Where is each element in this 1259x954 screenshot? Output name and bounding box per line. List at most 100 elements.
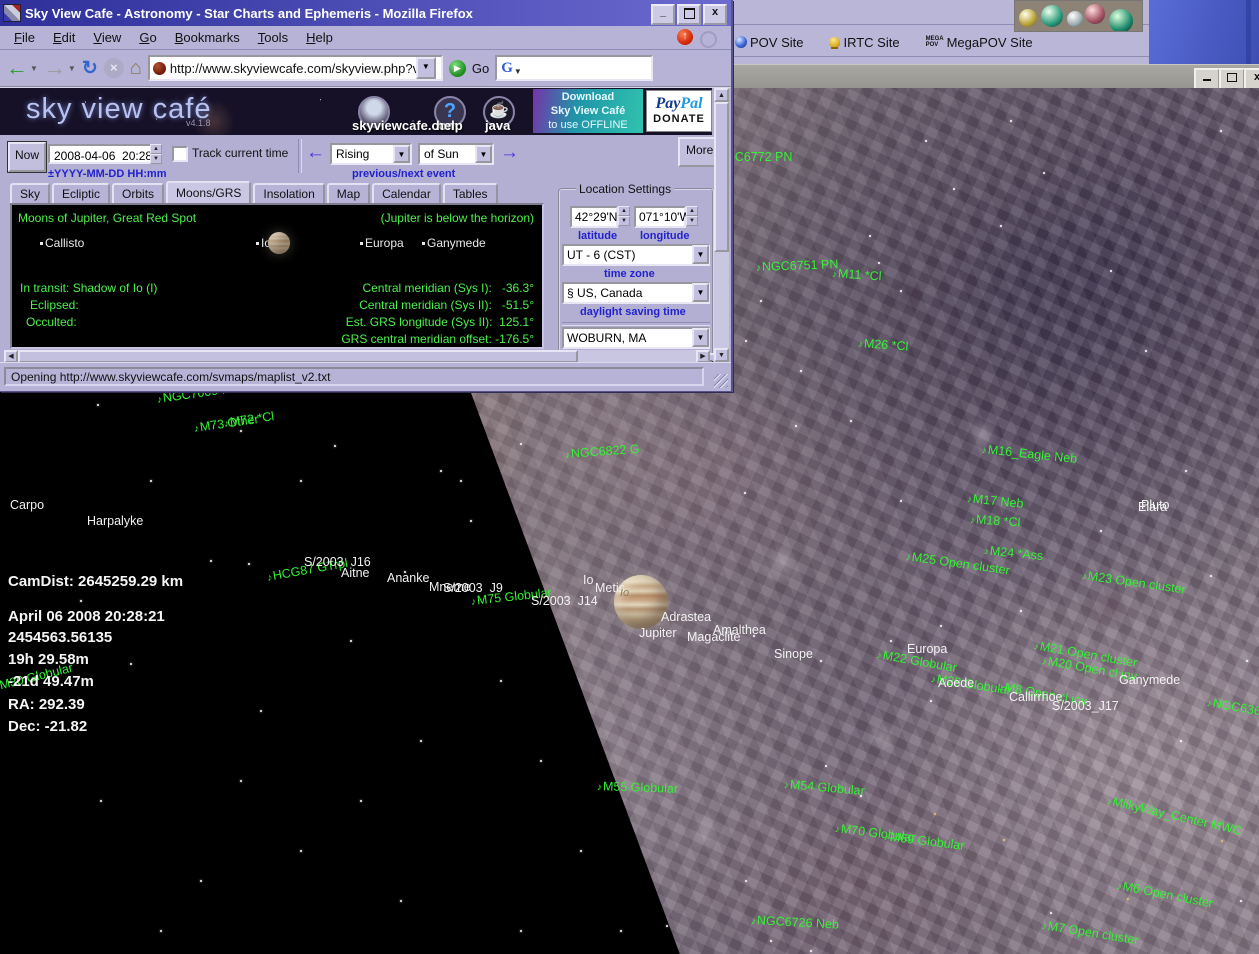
chart-info-line: 19h 29.58m <box>8 651 89 668</box>
url-dropdown-button[interactable]: ▼ <box>416 57 436 79</box>
go-label[interactable]: Go <box>472 61 489 76</box>
scroll-thumb[interactable] <box>18 350 578 362</box>
menu-item-view[interactable]: View <box>85 28 129 47</box>
menu-item-tools[interactable]: Tools <box>250 28 296 47</box>
download-offline-button[interactable]: Download Sky View Café to use OFFLINE <box>533 89 643 133</box>
next-event-arrow[interactable]: → <box>500 142 519 164</box>
dst-select[interactable]: § US, Canada▼ <box>562 282 710 304</box>
maximize-button[interactable] <box>1219 68 1245 90</box>
bookmark-pov-site[interactable]: POV Site <box>735 35 803 50</box>
star <box>744 492 746 494</box>
city-select[interactable]: WOBURN, MA▼ <box>562 327 710 349</box>
longitude-spinner[interactable]: ▲▼ <box>686 206 698 226</box>
back-dropdown-caret[interactable]: ▼ <box>30 64 38 73</box>
chevron-down-icon[interactable]: ▼ <box>692 245 709 264</box>
site-banner: sky view café v4.1.8 ? ☕ skyviewcafe.com… <box>0 88 712 135</box>
event-body-select[interactable]: of Sun▼ <box>418 143 494 165</box>
firefox-toolbar: ←▼ →▼ ↻ × ⌂ http://www.skyviewcafe.com/s… <box>0 50 731 88</box>
datetime-input[interactable]: 2008-04-06 20:28 <box>48 144 162 164</box>
minimize-button[interactable] <box>1194 68 1220 90</box>
close-button[interactable]: x <box>1244 68 1259 90</box>
longitude-input[interactable]: 071°10'W <box>634 206 686 228</box>
forward-icon[interactable]: → <box>44 55 66 81</box>
chart-info-line: Dec: -21.82 <box>8 718 87 735</box>
moon-label-europa: Europa <box>360 236 404 250</box>
star <box>1185 470 1187 472</box>
menu-item-bookmarks[interactable]: Bookmarks <box>167 28 248 47</box>
latitude-spinner[interactable]: ▲▼ <box>618 206 630 226</box>
star <box>745 880 747 882</box>
skyviewcafe-page: sky view café v4.1.8 ? ☕ skyviewcafe.com… <box>0 88 729 362</box>
star <box>240 780 242 782</box>
paypal-donate-button[interactable]: PayPal DONATE <box>646 90 712 132</box>
java-link[interactable]: java <box>485 118 510 133</box>
search-engine-caret[interactable]: ▼ <box>514 67 522 76</box>
scroll-up-icon[interactable]: ▲ <box>714 88 729 102</box>
scroll-right-icon[interactable]: ▶ <box>696 350 710 362</box>
chart-label-aitne: Aitne <box>341 566 370 580</box>
star <box>795 425 797 427</box>
star <box>97 404 99 406</box>
chevron-down-icon[interactable]: ▼ <box>692 328 709 347</box>
star <box>520 443 522 445</box>
url-bar[interactable]: http://www.skyviewcafe.com/skyview.php?v… <box>148 55 443 81</box>
event-type-select[interactable]: Rising▼ <box>330 143 412 165</box>
menu-item-go[interactable]: Go <box>131 28 164 47</box>
latitude-input[interactable]: 42°29'N <box>570 206 618 228</box>
track-time-checkbox[interactable] <box>172 146 188 162</box>
tab-sky[interactable]: Sky <box>10 183 50 203</box>
close-button[interactable]: x <box>703 4 727 25</box>
now-button[interactable]: Now <box>8 142 46 172</box>
star-amber <box>1003 839 1005 841</box>
scroll-thumb[interactable] <box>714 102 729 252</box>
menu-item-file[interactable]: File <box>6 28 43 47</box>
tab-orbits[interactable]: Orbits <box>112 183 164 203</box>
back-icon[interactable]: ← <box>6 55 28 81</box>
tab-map[interactable]: Map <box>327 183 370 203</box>
firefox-titlebar[interactable]: Sky View Cafe - Astronomy - Star Charts … <box>0 0 731 26</box>
meridian-row: Est. GRS longitude (Sys II): 125.1° <box>346 315 534 329</box>
scroll-left-icon[interactable]: ◀ <box>4 350 18 362</box>
tab-moons-grs[interactable]: Moons/GRS <box>166 181 251 204</box>
bookmarks-toolbar: POV Site IRTC Site MEGA POVMegaPOV Site <box>735 30 1135 54</box>
timezone-select[interactable]: UT - 6 (CST)▼ <box>562 244 710 266</box>
background-browser-window: POV Site IRTC Site MEGA POVMegaPOV Site <box>728 0 1149 64</box>
tab-tables[interactable]: Tables <box>443 183 498 203</box>
tab-insolation[interactable]: Insolation <box>253 183 324 203</box>
chevron-down-icon[interactable]: ▼ <box>393 145 410 163</box>
url-text[interactable]: http://www.skyviewcafe.com/skyview.php?v <box>170 61 416 76</box>
tab-ecliptic[interactable]: Ecliptic <box>52 183 110 203</box>
chevron-down-icon[interactable]: ▼ <box>692 283 709 302</box>
menu-item-edit[interactable]: Edit <box>45 28 83 47</box>
minimize-button[interactable]: _ <box>651 4 675 25</box>
home-icon[interactable]: ⌂ <box>130 57 142 80</box>
bookmark-megapov-site[interactable]: MEGA POVMegaPOV Site <box>926 35 1033 50</box>
forward-dropdown-caret[interactable]: ▼ <box>68 64 76 73</box>
menu-item-help[interactable]: Help <box>298 28 341 47</box>
maximize-button[interactable] <box>677 4 701 25</box>
transit-row: Eclipsed: <box>30 298 79 312</box>
tab-calendar[interactable]: Calendar <box>372 183 441 203</box>
search-input[interactable]: G ▼ <box>495 55 653 81</box>
go-icon[interactable]: ▶ <box>449 60 466 77</box>
chart-label-aoede: Aoede <box>938 676 974 690</box>
bookmark-irtc-site[interactable]: IRTC Site <box>829 35 899 50</box>
horizontal-scrollbar[interactable]: ◀ ▶ <box>4 350 710 362</box>
star <box>500 680 502 682</box>
reload-icon[interactable]: ↻ <box>82 57 98 80</box>
chevron-down-icon[interactable]: ▼ <box>475 145 492 163</box>
star <box>1240 900 1242 902</box>
star <box>825 765 827 767</box>
help-link[interactable]: help <box>436 118 463 133</box>
chart-label-ganymede: Ganymede <box>1119 673 1180 687</box>
resize-grip[interactable] <box>714 374 728 388</box>
previous-event-arrow[interactable]: ← <box>306 142 325 164</box>
location-settings-legend: Location Settings <box>576 182 674 196</box>
dst-label: daylight saving time <box>580 306 686 318</box>
datetime-spinner[interactable]: ▲▼ <box>150 144 162 164</box>
stop-icon[interactable]: × <box>104 58 124 78</box>
vertical-scrollbar[interactable]: ▲ ▼ <box>714 88 729 362</box>
star <box>820 660 822 662</box>
scroll-down-icon[interactable]: ▼ <box>714 348 729 362</box>
update-notification-icon[interactable]: ↑ <box>677 29 693 45</box>
